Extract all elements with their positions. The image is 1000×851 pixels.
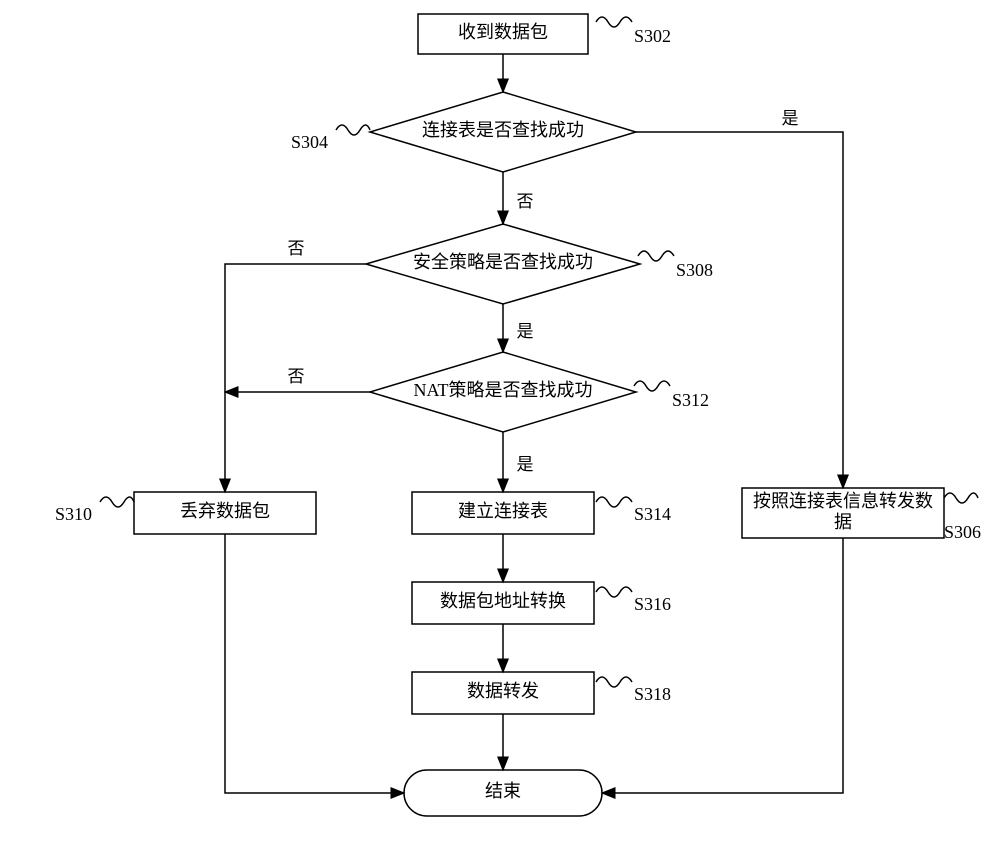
node-address-translate: 数据包地址转换 S316 [412,582,671,624]
node-end-label: 结束 [485,781,521,801]
node-receive-packet: 收到数据包 S302 [418,14,671,54]
node-nat-policy: NAT策略是否查找成功 S312 [370,352,709,432]
node-end: 结束 [404,770,602,816]
step-s302: S302 [634,26,671,46]
edge-sec-yes-label: 是 [517,322,534,341]
node-sec-label: 安全策略是否查找成功 [413,252,593,272]
node-build-label: 建立连接表 [458,501,548,521]
node-fwd-label: 数据转发 [467,681,539,701]
step-s316: S316 [634,594,671,614]
node-nat-label: NAT策略是否查找成功 [414,380,593,400]
step-s304: S304 [291,132,328,152]
node-conn-table-lookup: 连接表是否查找成功 S304 [291,92,636,172]
node-drop-label: 丢弃数据包 [180,501,270,521]
node-forward-data: 数据转发 S318 [412,672,671,714]
step-s314: S314 [634,504,671,524]
edge-conn-yes [636,132,843,488]
edge-conn-yes-label: 是 [782,109,799,128]
node-receive-label: 收到数据包 [458,22,548,42]
node-addr-label: 数据包地址转换 [440,591,566,611]
step-s308: S308 [676,260,713,280]
step-s312: S312 [672,390,709,410]
node-drop-packet: 丢弃数据包 S310 [55,492,316,534]
node-build-conn: 建立连接表 S314 [412,492,671,534]
step-s306: S306 [944,522,981,542]
step-s318: S318 [634,684,671,704]
node-fwdconn-l1: 按照连接表信息转发数 [753,491,933,511]
edge-conn-no-label: 否 [517,192,534,211]
step-s310: S310 [55,504,92,524]
edge-nat-no-label: 否 [288,367,305,386]
flowchart: 收到数据包 S302 连接表是否查找成功 S304 安全策略是否查找成功 S30… [0,0,1000,851]
edge-nat-yes-label: 是 [517,455,534,474]
node-security-policy: 安全策略是否查找成功 S308 [366,224,713,304]
edge-fwdconn-to-end [602,538,843,793]
node-fwdconn-l2: 据 [834,512,852,532]
node-forward-by-conn: 按照连接表信息转发数 据 S306 [742,488,981,542]
edge-sec-no-label: 否 [288,239,305,258]
node-conn-label: 连接表是否查找成功 [422,120,584,140]
edge-drop-to-end [225,534,404,793]
